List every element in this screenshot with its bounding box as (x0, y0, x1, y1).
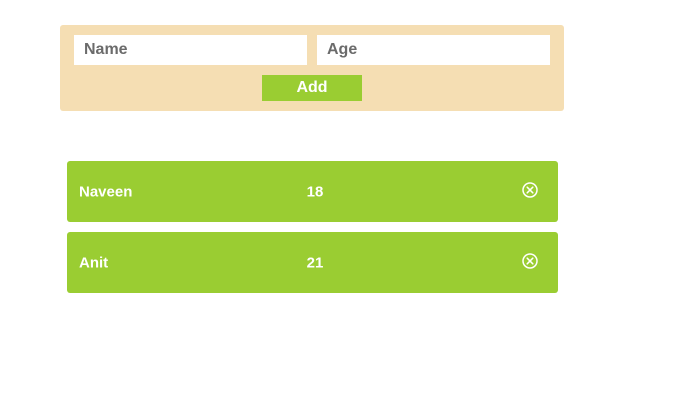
close-circle-icon[interactable] (521, 252, 539, 270)
name-input[interactable] (74, 35, 307, 65)
close-circle-icon[interactable] (521, 181, 539, 199)
list-item: Naveen 18 (67, 161, 558, 222)
person-name: Naveen (79, 183, 133, 200)
page: Add Naveen 18 Anit 21 (0, 0, 680, 406)
person-age: 18 (306, 183, 324, 200)
add-button[interactable]: Add (262, 75, 362, 101)
people-list: Naveen 18 Anit 21 (67, 161, 558, 303)
age-input[interactable] (317, 35, 550, 65)
person-age: 21 (306, 254, 324, 271)
person-name: Anit (79, 254, 109, 271)
add-person-form: Add (60, 25, 564, 111)
list-item: Anit 21 (67, 232, 558, 293)
